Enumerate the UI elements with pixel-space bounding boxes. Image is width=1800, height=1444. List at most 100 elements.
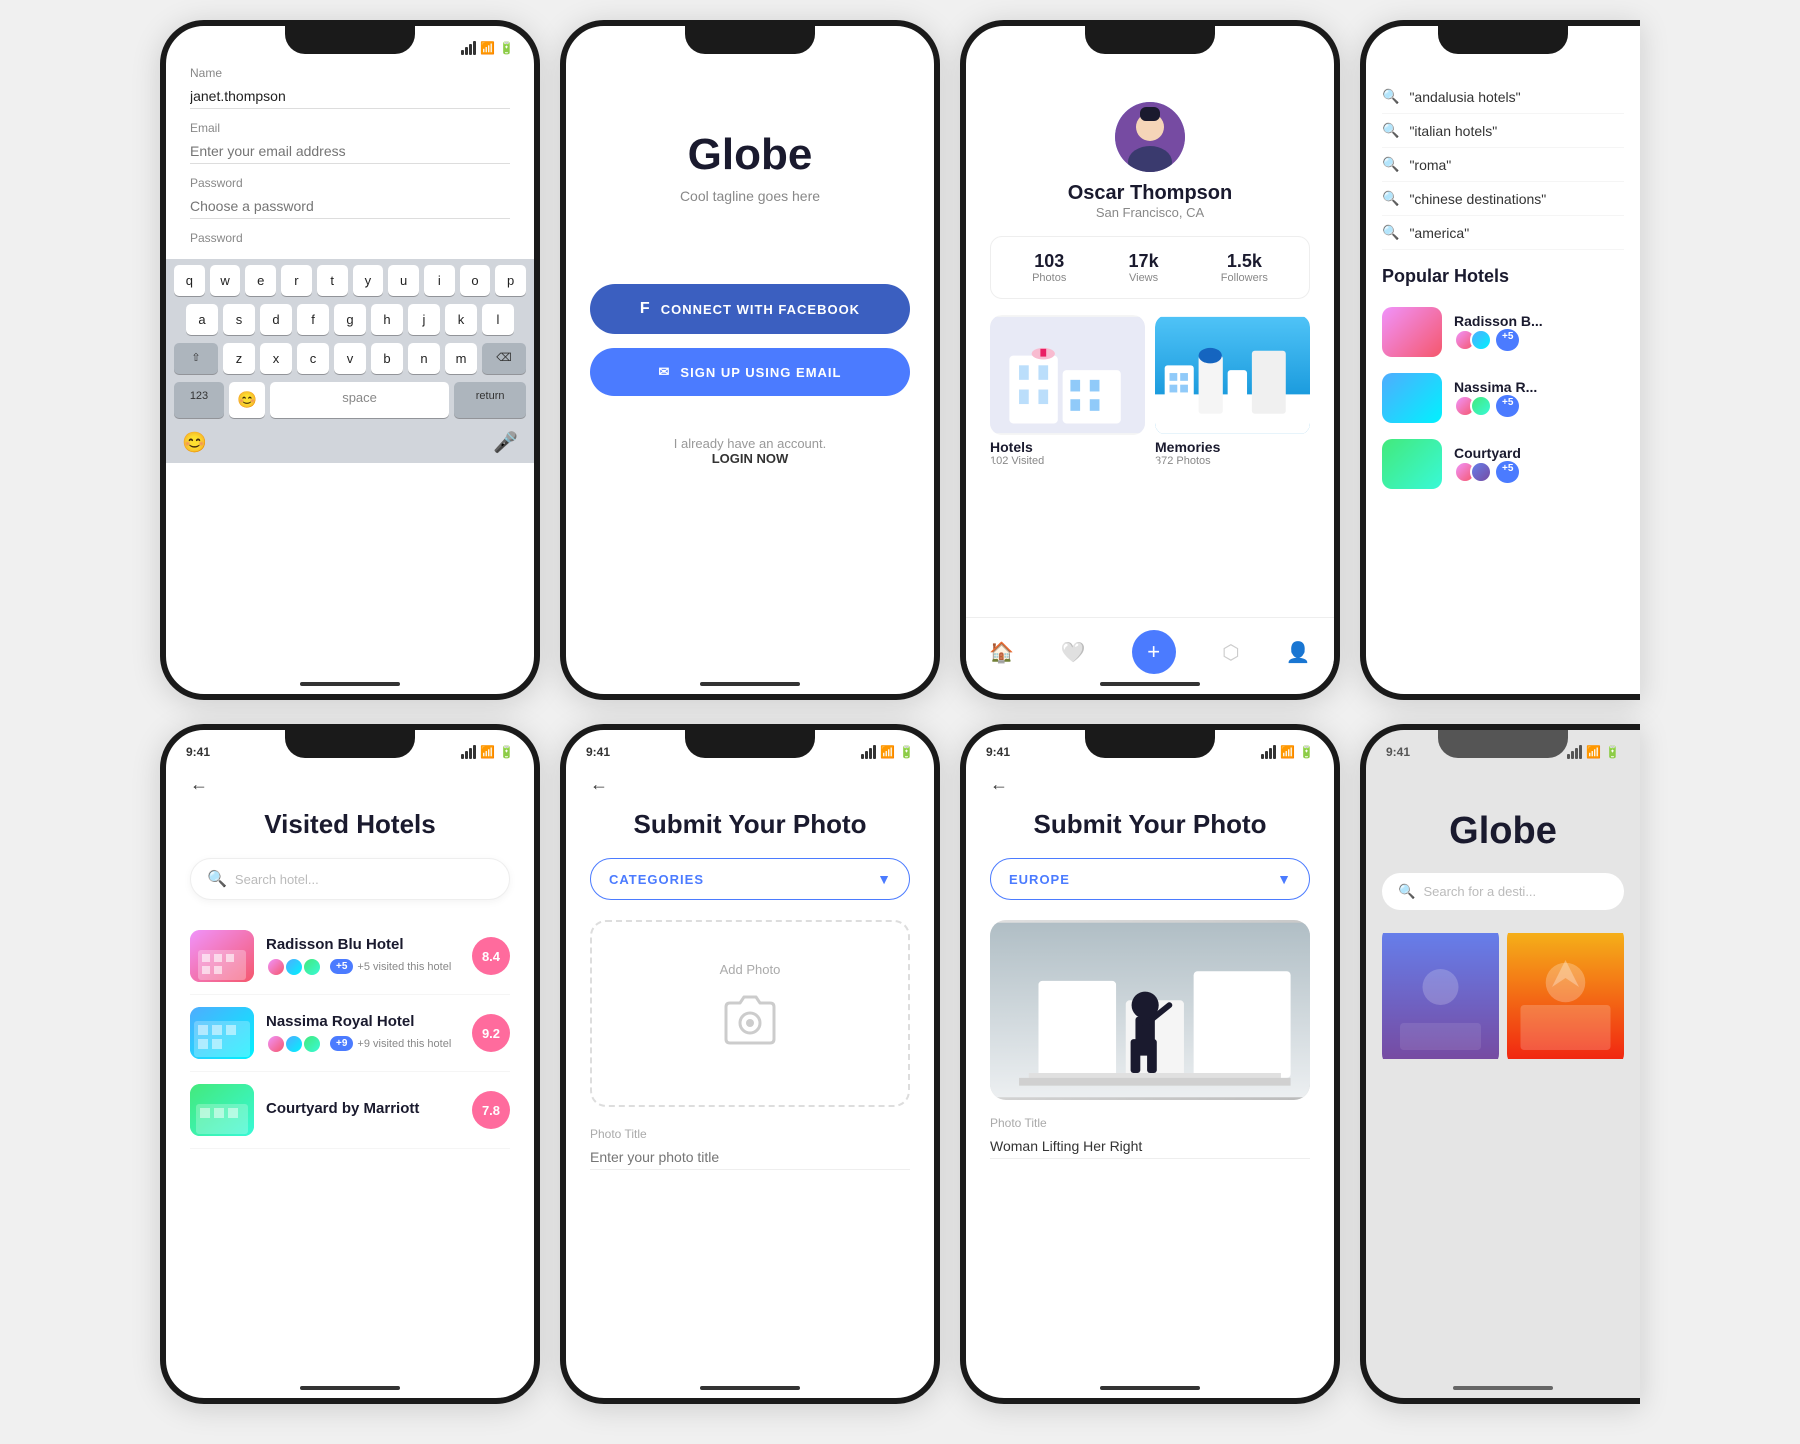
key-space[interactable]: space [270, 382, 449, 418]
battery-icon: 🔋 [499, 41, 514, 55]
key-k[interactable]: k [445, 304, 477, 335]
nav-home-icon[interactable]: 🏠 [989, 640, 1014, 665]
popular-hotel-2[interactable]: Courtyard +5 [1382, 431, 1624, 497]
signal-icon [461, 41, 476, 55]
hotel-visitors-1: +9 +9 visited this hotel [266, 1034, 460, 1054]
email-input[interactable] [190, 139, 510, 164]
visitor-avatar [266, 957, 286, 977]
key-delete[interactable]: ⌫ [482, 343, 526, 374]
key-shift[interactable]: ⇧ [174, 343, 218, 374]
phone-content: Name Email Password Password q w e r t y… [166, 62, 534, 487]
hotel-item-0[interactable]: Radisson Blu Hotel +5 +5 visited this ho… [190, 918, 510, 995]
key-o[interactable]: o [460, 265, 491, 296]
wifi-icon: 📶 [1586, 745, 1601, 759]
key-z[interactable]: z [223, 343, 255, 374]
visitor-avatar [302, 957, 322, 977]
search-item-0[interactable]: 🔍 "andalusia hotels" [1382, 80, 1624, 114]
search-item-3[interactable]: 🔍 "chinese destinations" [1382, 182, 1624, 216]
memories-card[interactable]: Memories 372 Photos [1155, 315, 1310, 467]
home-indicator [1100, 682, 1200, 686]
key-x[interactable]: x [260, 343, 292, 374]
password-input[interactable] [190, 194, 510, 219]
key-w[interactable]: w [210, 265, 241, 296]
globe-partial-search-bar[interactable]: 🔍 Search for a desti... [1382, 873, 1624, 910]
europe-dropdown[interactable]: EUROPE ▼ [990, 858, 1310, 900]
visitor-text-0: +5 visited this hotel [357, 961, 451, 973]
back-button[interactable]: ← [990, 774, 1310, 795]
key-h[interactable]: h [371, 304, 403, 335]
popular-name-2: Courtyard [1454, 445, 1624, 461]
status-time: 9:41 [986, 745, 1010, 759]
name-input[interactable] [190, 84, 510, 109]
photo-title-input[interactable] [590, 1145, 910, 1170]
key-e[interactable]: e [245, 265, 276, 296]
key-u[interactable]: u [388, 265, 419, 296]
search-screen: 🔍 "andalusia hotels" 🔍 "italian hotels" … [1382, 70, 1624, 497]
home-indicator [1453, 1386, 1553, 1390]
search-item-4[interactable]: 🔍 "america" [1382, 216, 1624, 250]
notch [1438, 26, 1568, 54]
back-button[interactable]: ← [190, 774, 510, 795]
key-s[interactable]: s [223, 304, 255, 335]
key-123[interactable]: 123 [174, 382, 224, 418]
profile-stats: 103 Photos 17k Views 1.5k Followers [990, 236, 1310, 299]
wifi-icon: 📶 [480, 745, 495, 759]
hotel-info-0: Radisson Blu Hotel +5 +5 visited this ho… [266, 936, 460, 977]
key-f[interactable]: f [297, 304, 329, 335]
key-y[interactable]: y [353, 265, 384, 296]
search-item-text-2: "roma" [1409, 157, 1451, 173]
key-n[interactable]: n [408, 343, 440, 374]
search-bar[interactable]: 🔍 Search hotel... [190, 858, 510, 900]
key-l[interactable]: l [482, 304, 514, 335]
key-q[interactable]: q [174, 265, 205, 296]
stat-photos-num: 103 [1032, 251, 1066, 272]
key-i[interactable]: i [424, 265, 455, 296]
key-b[interactable]: b [371, 343, 403, 374]
notch [685, 26, 815, 54]
login-now-link[interactable]: LOGIN NOW [712, 451, 789, 466]
email-icon: ✉ [659, 364, 671, 380]
profile-name: Oscar Thompson [1068, 182, 1232, 205]
nav-heart-icon[interactable]: 🤍 [1060, 640, 1085, 665]
battery-icon: 🔋 [1299, 745, 1314, 759]
search-item-2[interactable]: 🔍 "roma" [1382, 148, 1624, 182]
key-c[interactable]: c [297, 343, 329, 374]
search-q-icon-4: 🔍 [1382, 224, 1399, 241]
hotels-card[interactable]: Hotels 102 Visited [990, 315, 1145, 467]
key-a[interactable]: a [186, 304, 218, 335]
photo-title-input[interactable] [990, 1134, 1310, 1159]
hotel-score-1: 9.2 [472, 1014, 510, 1052]
more-badge-0: +5 [1496, 329, 1519, 351]
key-return[interactable]: return [454, 382, 526, 418]
key-m[interactable]: m [445, 343, 477, 374]
add-photo-area[interactable]: Add Photo [590, 920, 910, 1107]
key-j[interactable]: j [408, 304, 440, 335]
hotel-thumb-2 [190, 1084, 254, 1136]
globe-tagline: Cool tagline goes here [680, 188, 820, 204]
key-v[interactable]: v [334, 343, 366, 374]
popular-section: Popular Hotels Radisson B... +5 [1382, 266, 1624, 497]
key-emoji[interactable]: 😊 [229, 382, 265, 418]
hotel-item-2[interactable]: Courtyard by Marriott 7.8 [190, 1072, 510, 1149]
key-t[interactable]: t [317, 265, 348, 296]
categories-dropdown[interactable]: CATEGORIES ▼ [590, 858, 910, 900]
popular-hotel-1[interactable]: Nassima R... +5 [1382, 365, 1624, 431]
key-r[interactable]: r [281, 265, 312, 296]
signup-email-button[interactable]: ✉ SIGN UP USING EMAIL [590, 348, 910, 396]
status-icons: 📶 🔋 [461, 745, 514, 759]
key-p[interactable]: p [495, 265, 526, 296]
hotel-item-1[interactable]: Nassima Royal Hotel +9 +9 visited this h… [190, 995, 510, 1072]
search-item-1[interactable]: 🔍 "italian hotels" [1382, 114, 1624, 148]
search-q-icon-3: 🔍 [1382, 190, 1399, 207]
key-g[interactable]: g [334, 304, 366, 335]
back-button[interactable]: ← [590, 774, 910, 795]
nav-layers-icon[interactable]: ⬡ [1222, 640, 1239, 665]
connect-facebook-button[interactable]: f CONNECT WITH FACEBOOK [590, 284, 910, 334]
nav-add-button[interactable]: + [1132, 630, 1176, 674]
phone-content: ← Submit Your Photo CATEGORIES ▼ Add Pho… [566, 766, 934, 1194]
camera-icon [612, 993, 888, 1065]
key-d[interactable]: d [260, 304, 292, 335]
popular-hotel-0[interactable]: Radisson B... +5 [1382, 299, 1624, 365]
phone-content: Globe Cool tagline goes here f CONNECT W… [566, 62, 934, 490]
nav-profile-icon[interactable]: 👤 [1286, 640, 1311, 665]
